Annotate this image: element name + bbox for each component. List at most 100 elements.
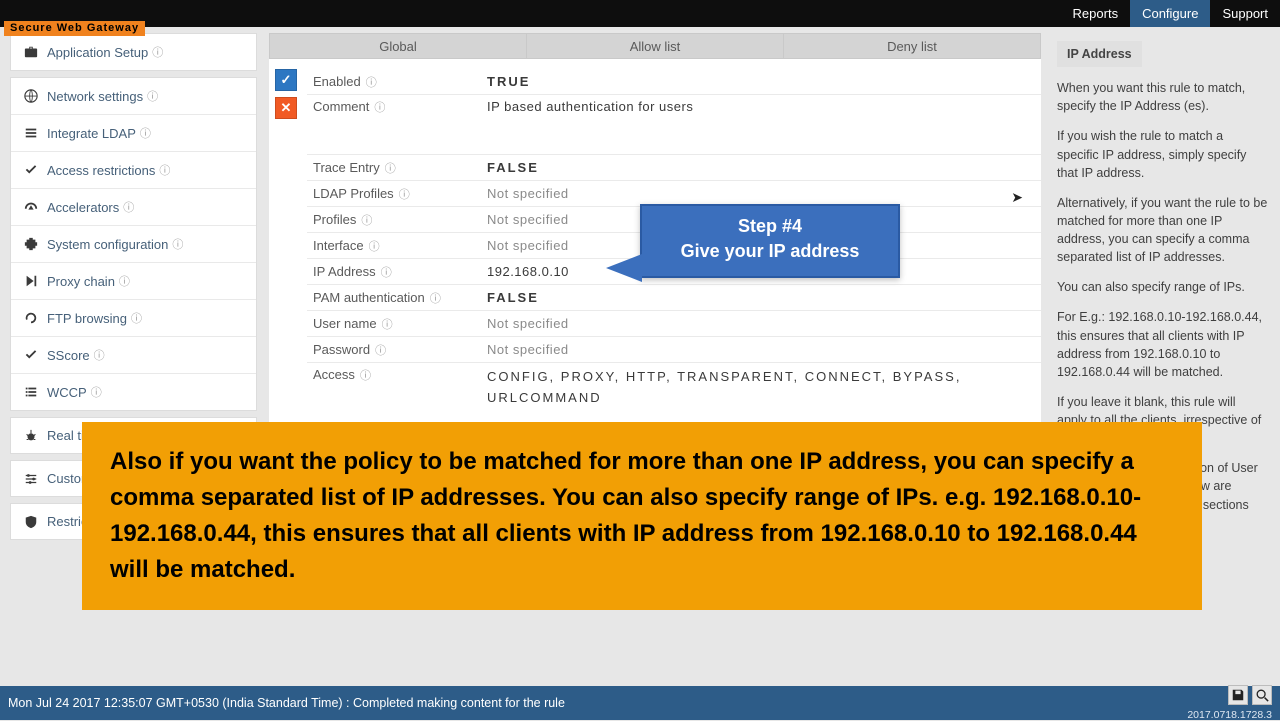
sidebar-item-accelerators[interactable]: Accelerators ⓘ bbox=[11, 189, 256, 226]
search-icon[interactable] bbox=[1252, 685, 1272, 705]
field-comment[interactable]: Comment ⓘ IP based authentication for us… bbox=[307, 95, 1041, 155]
help-text: Alternatively, if you want the rule to b… bbox=[1057, 194, 1268, 267]
sidebar-item-label: FTP browsing bbox=[47, 311, 127, 326]
help-text: You can also specify range of IPs. bbox=[1057, 278, 1268, 296]
info-icon: ⓘ bbox=[140, 125, 151, 141]
sidebar-item-label: System configuration bbox=[47, 237, 168, 252]
field-label: PAM authentication bbox=[313, 290, 425, 305]
info-icon: ⓘ bbox=[382, 163, 396, 175]
help-text: For E.g.: 192.168.0.10-192.168.0.44, thi… bbox=[1057, 308, 1268, 381]
sidebar-item-application-setup[interactable]: Application Setup ⓘ bbox=[11, 34, 256, 70]
sidebar-item-ftp-browsing[interactable]: FTP browsing ⓘ bbox=[11, 300, 256, 337]
info-icon: ⓘ bbox=[357, 370, 371, 382]
info-icon: ⓘ bbox=[427, 293, 441, 305]
sidebar-item-sscore[interactable]: SScore ⓘ bbox=[11, 337, 256, 374]
field-enabled[interactable]: Enabled ⓘ TRUE bbox=[307, 69, 1041, 95]
sidebar-item-label: Application Setup bbox=[47, 45, 148, 60]
list-icon bbox=[23, 385, 39, 399]
sidebar-item-label: Proxy chain bbox=[47, 274, 115, 289]
briefcase-icon bbox=[23, 45, 39, 59]
help-text: When you want this rule to match, specif… bbox=[1057, 79, 1268, 115]
info-icon: ⓘ bbox=[152, 44, 163, 60]
tab-allow-list[interactable]: Allow list bbox=[527, 33, 784, 59]
field-value: FALSE bbox=[477, 286, 1041, 309]
sidebar-item-proxy-chain[interactable]: Proxy chain ⓘ bbox=[11, 263, 256, 300]
field-access[interactable]: Access ⓘ CONFIG, PROXY, HTTP, TRANSPAREN… bbox=[307, 363, 1041, 423]
field-value: Not specified bbox=[477, 182, 1041, 205]
globe-icon bbox=[23, 89, 39, 103]
bug-icon bbox=[23, 429, 39, 443]
info-icon: ⓘ bbox=[94, 347, 105, 363]
check-icon bbox=[23, 348, 39, 362]
help-title: IP Address bbox=[1057, 41, 1142, 67]
nav-reports[interactable]: Reports bbox=[1061, 0, 1131, 27]
info-icon: ⓘ bbox=[366, 241, 380, 253]
sidebar-item-network-settings[interactable]: Network settings ⓘ bbox=[11, 78, 256, 115]
tutorial-callout-note: Also if you want the policy to be matche… bbox=[82, 422, 1202, 610]
help-text: If you wish the rule to match a specific… bbox=[1057, 127, 1268, 181]
field-value: IP based authentication for users bbox=[477, 95, 1041, 118]
sidebar-item-wccp[interactable]: WCCP ⓘ bbox=[11, 374, 256, 410]
field-label: Enabled bbox=[313, 74, 361, 89]
sidebar-item-label: SScore bbox=[47, 348, 90, 363]
send-icon[interactable]: ➤ bbox=[1011, 189, 1023, 206]
toggle-enabled-button[interactable]: ✓ bbox=[275, 69, 297, 91]
version-text: 2017.0718.1728.3 bbox=[1187, 709, 1272, 721]
callout-text: Also if you want the policy to be matche… bbox=[110, 448, 1141, 583]
sidebar-item-label: Integrate LDAP bbox=[47, 126, 136, 141]
gauge-icon bbox=[23, 200, 39, 214]
field-user-name[interactable]: User name ⓘ Not specified bbox=[307, 311, 1041, 337]
field-value: TRUE bbox=[477, 70, 1041, 93]
sidebar-item-access-restrictions[interactable]: Access restrictions ⓘ bbox=[11, 152, 256, 189]
field-trace-entry[interactable]: Trace Entry ⓘ FALSE bbox=[307, 155, 1041, 181]
field-label: LDAP Profiles bbox=[313, 186, 394, 201]
nav-configure[interactable]: Configure bbox=[1130, 0, 1210, 27]
sliders-icon bbox=[23, 472, 39, 486]
field-value: Not specified bbox=[477, 338, 1041, 361]
tab-deny-list[interactable]: Deny list bbox=[784, 33, 1041, 59]
shield-icon bbox=[23, 515, 39, 529]
field-password[interactable]: Password ⓘ Not specified bbox=[307, 337, 1041, 363]
info-icon: ⓘ bbox=[172, 236, 183, 252]
info-icon: ⓘ bbox=[91, 384, 102, 400]
field-label: Password bbox=[313, 342, 370, 357]
footer: Mon Jul 24 2017 12:35:07 GMT+0530 (India… bbox=[0, 686, 1280, 720]
tab-global[interactable]: Global bbox=[269, 33, 527, 59]
field-pam-auth[interactable]: PAM authentication ⓘ FALSE bbox=[307, 285, 1041, 311]
field-label: IP Address bbox=[313, 264, 376, 279]
field-label: Trace Entry bbox=[313, 160, 380, 175]
bars-icon bbox=[23, 126, 39, 140]
step-forward-icon bbox=[23, 274, 39, 288]
sidebar-item-label: WCCP bbox=[47, 385, 87, 400]
info-icon: ⓘ bbox=[147, 88, 158, 104]
tutorial-callout-step4: Step #4 Give your IP address bbox=[640, 204, 900, 278]
sidebar-item-system-configuration[interactable]: System configuration ⓘ bbox=[11, 226, 256, 263]
info-icon: ⓘ bbox=[372, 345, 386, 357]
sidebar-item-label: Access restrictions bbox=[47, 163, 155, 178]
save-icon[interactable] bbox=[1228, 685, 1248, 705]
field-value: Not specified bbox=[477, 312, 1041, 335]
sidebar-group-app: Application Setup ⓘ bbox=[10, 33, 257, 71]
delete-row-button[interactable]: ✕ bbox=[275, 97, 297, 119]
field-value: FALSE bbox=[477, 156, 1041, 179]
row-actions: ✓ ✕ bbox=[275, 69, 297, 119]
info-icon: ⓘ bbox=[131, 310, 142, 326]
nav-support[interactable]: Support bbox=[1210, 0, 1280, 27]
callout-text: Give your IP address bbox=[681, 241, 860, 261]
info-icon: ⓘ bbox=[378, 267, 392, 279]
status-text: Mon Jul 24 2017 12:35:07 GMT+0530 (India… bbox=[8, 696, 565, 710]
info-icon: ⓘ bbox=[159, 162, 170, 178]
info-icon: ⓘ bbox=[358, 215, 372, 227]
field-label: Interface bbox=[313, 238, 364, 253]
info-icon: ⓘ bbox=[371, 102, 385, 114]
info-icon: ⓘ bbox=[396, 189, 410, 201]
check-icon bbox=[23, 163, 39, 177]
brand-subtitle: Secure Web Gateway bbox=[4, 21, 145, 36]
refresh-icon bbox=[23, 311, 39, 325]
field-label: User name bbox=[313, 316, 377, 331]
top-nav: Reports Configure Support bbox=[1061, 0, 1280, 27]
info-icon: ⓘ bbox=[363, 77, 377, 89]
sidebar-item-integrate-ldap[interactable]: Integrate LDAP ⓘ bbox=[11, 115, 256, 152]
info-icon: ⓘ bbox=[123, 199, 134, 215]
field-value: CONFIG, PROXY, HTTP, TRANSPARENT, CONNEC… bbox=[477, 363, 1041, 413]
